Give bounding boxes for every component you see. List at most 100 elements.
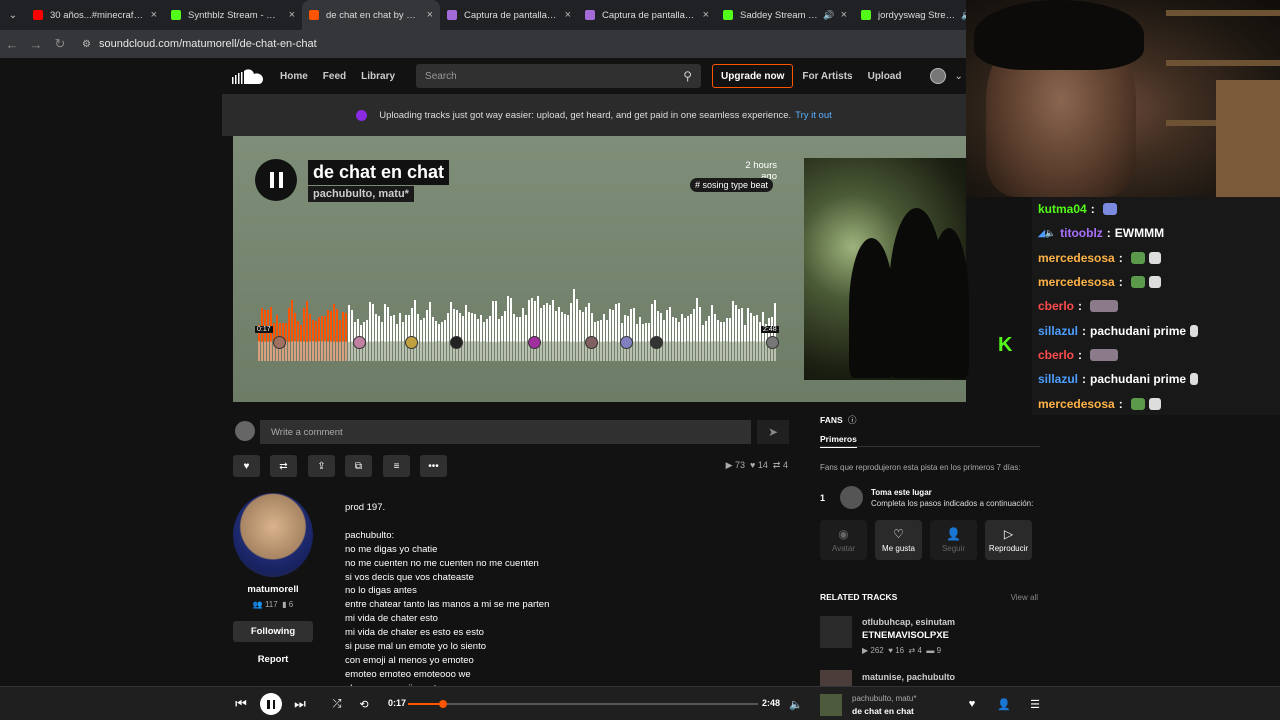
site-info-icon[interactable]: ⚙	[82, 39, 91, 50]
for-artists-link[interactable]: For Artists	[802, 71, 852, 82]
browser-tab[interactable]: Synthblz Stream - Watch L ×	[164, 0, 302, 30]
browser-tab[interactable]: Captura de pantalla por Lig ×	[578, 0, 716, 30]
view-all-link[interactable]: View all	[1011, 593, 1038, 602]
volume-icon[interactable]: 🔈	[789, 687, 803, 720]
chat-username[interactable]: mercedesosa	[1038, 251, 1115, 265]
tab-close-icon[interactable]: ×	[427, 9, 433, 21]
player-like-icon[interactable]: ♥	[965, 687, 979, 720]
try-it-out-link[interactable]: Try it out	[795, 110, 832, 121]
next-icon[interactable]: ⏭	[291, 687, 309, 720]
related-track-title[interactable]: ETNEMAVISOLPXE	[862, 630, 949, 641]
progress-knob[interactable]	[439, 700, 448, 708]
player-track-title[interactable]: de chat en chat	[852, 706, 914, 716]
waveform-bar	[762, 311, 764, 361]
browser-tab[interactable]: Saddey Stream - Watch 🔊 ×	[716, 0, 854, 30]
player-artwork[interactable]	[820, 694, 842, 716]
chat-username[interactable]: mercedesosa	[1038, 397, 1115, 411]
tab-close-icon[interactable]: ×	[703, 9, 709, 21]
add-to-playlist-button[interactable]: ≡	[383, 455, 410, 477]
uploader-name[interactable]: matumorell	[233, 584, 313, 595]
chat-username[interactable]: sillazul	[1038, 324, 1078, 338]
waveform-comment-avatar[interactable]	[766, 336, 779, 349]
chat-text: EWMMM	[1114, 226, 1165, 241]
search-icon[interactable]: ⚲	[683, 69, 692, 83]
tab-search-chevron-icon[interactable]: ⌄	[0, 0, 26, 30]
back-arrow-icon[interactable]: ←	[0, 37, 24, 52]
chat-username[interactable]: titooblz	[1060, 226, 1103, 240]
repost-button[interactable]: ⇄	[270, 455, 297, 477]
info-icon[interactable]: ⓘ	[848, 415, 857, 425]
nav-library[interactable]: Library	[361, 71, 395, 82]
waveform-bar	[291, 299, 293, 361]
related-artist[interactable]: matunise, pachubulto	[862, 672, 955, 682]
chat-message: cberlo:	[1032, 294, 1280, 318]
chat-username[interactable]: cberlo	[1038, 348, 1074, 362]
upgrade-now-button[interactable]: Upgrade now	[712, 64, 794, 88]
waveform-comment-avatar[interactable]	[450, 336, 463, 349]
uploader-avatar[interactable]	[233, 493, 313, 577]
waveform-comment-avatar[interactable]	[620, 336, 633, 349]
player-current-time: 0:17	[388, 698, 407, 708]
tab-favicon-icon	[447, 10, 457, 20]
nav-home[interactable]: Home	[280, 71, 308, 82]
more-button[interactable]: •••	[420, 455, 447, 477]
tab-close-icon[interactable]: ×	[289, 9, 295, 21]
genre-tag[interactable]: # sosing type beat	[690, 178, 774, 192]
url-field[interactable]: ⚙ soundcloud.com/matumorell/de-chat-en-c…	[82, 38, 317, 50]
chat-username[interactable]: cberlo	[1038, 299, 1074, 313]
previous-icon[interactable]: ⏮	[232, 687, 250, 720]
waveform-comment-avatar[interactable]	[585, 336, 598, 349]
player-artists[interactable]: pachubulto, matu*	[852, 694, 917, 703]
tab-close-icon[interactable]: ×	[151, 9, 157, 21]
track-artists[interactable]: pachubulto, matu*	[308, 186, 414, 202]
browser-tab[interactable]: 30 años...#minecraft #clip ×	[26, 0, 164, 30]
chevron-down-icon[interactable]: ⌄	[954, 71, 962, 82]
waveform-bar	[429, 302, 431, 361]
user-avatar[interactable]	[930, 68, 947, 84]
pause-button[interactable]	[255, 159, 297, 201]
fan-step-reproducir-button[interactable]: ▷ Reproducir	[985, 520, 1032, 560]
send-comment-icon[interactable]: ➤	[757, 420, 789, 444]
reload-icon[interactable]: ↻	[48, 36, 72, 52]
follow-user-icon[interactable]: 👤	[997, 687, 1011, 720]
fan-step-me-gusta-button[interactable]: ♡ Me gusta	[875, 520, 922, 560]
repeat-icon[interactable]: ⟲	[356, 687, 372, 720]
browser-tab[interactable]: Captura de pantalla por Lig ×	[440, 0, 578, 30]
related-stats: ▶ 262 ♥ 16 ⇄ 4 ▬ 9	[862, 646, 941, 655]
share-button[interactable]: ⇪	[308, 455, 335, 477]
waveform-comment-avatar[interactable]	[273, 336, 286, 349]
soundcloud-logo-icon[interactable]	[232, 68, 264, 84]
chat-username[interactable]: mercedesosa	[1038, 275, 1115, 289]
related-artwork[interactable]	[820, 616, 852, 648]
waveform[interactable]	[258, 281, 778, 361]
waveform-bar	[528, 299, 530, 361]
chat-username[interactable]: kutma04	[1038, 202, 1087, 216]
waveform-comment-avatar[interactable]	[528, 336, 541, 349]
waveform-comment-avatar[interactable]	[650, 336, 663, 349]
chat-username[interactable]: sillazul	[1038, 372, 1078, 386]
waveform-comment-avatar[interactable]	[405, 336, 418, 349]
progress-bar[interactable]	[408, 700, 758, 708]
comment-input[interactable]: Write a comment	[260, 420, 751, 444]
report-button[interactable]: Report	[233, 654, 313, 665]
shuffle-icon[interactable]: ⤮	[329, 687, 345, 720]
fan-step-label: Me gusta	[882, 544, 915, 553]
tab-close-icon[interactable]: ×	[841, 9, 847, 21]
tab-audio-icon[interactable]: 🔊	[823, 10, 834, 21]
nav-feed[interactable]: Feed	[323, 71, 346, 82]
search-input[interactable]: Search ⚲	[416, 64, 702, 88]
like-button[interactable]: ♥	[233, 455, 260, 477]
related-artist[interactable]: otlubuhcap, esinutam	[862, 617, 955, 627]
tab-close-icon[interactable]: ×	[565, 9, 571, 21]
forward-arrow-icon[interactable]: →	[24, 37, 48, 52]
copy-link-button[interactable]: ⧉	[345, 455, 372, 477]
tab-favicon-icon	[723, 10, 733, 20]
following-button[interactable]: Following	[233, 621, 313, 642]
followers-icon: 👥	[252, 600, 263, 609]
waveform-comment-avatar[interactable]	[353, 336, 366, 349]
waveform-bar	[582, 312, 584, 361]
browser-tab[interactable]: de chat en chat by matumorell ×	[302, 0, 440, 30]
upload-link[interactable]: Upload	[868, 71, 902, 82]
queue-icon[interactable]: ☰	[1028, 687, 1042, 720]
player-pause-button[interactable]	[260, 693, 282, 715]
